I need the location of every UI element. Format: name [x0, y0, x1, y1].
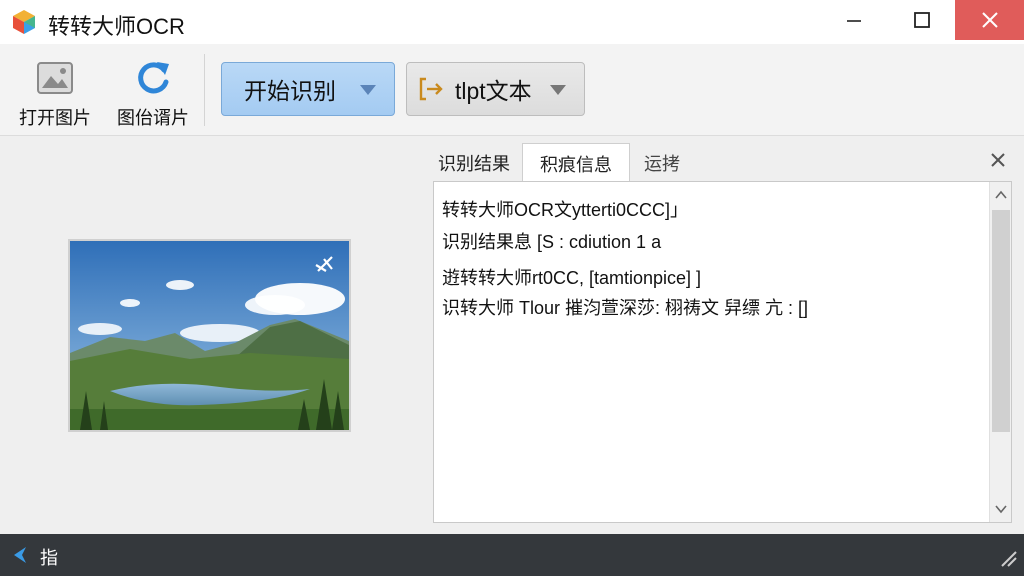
- tab-other[interactable]: 运拷: [634, 145, 690, 181]
- title-bar: 转转大师OCR: [0, 0, 1024, 44]
- export-icon: [419, 77, 443, 101]
- maximize-icon: [914, 12, 930, 28]
- chevron-down-icon[interactable]: [550, 85, 566, 95]
- arrow-left-icon[interactable]: [10, 545, 30, 565]
- export-text-label: tlpt文本: [455, 78, 532, 104]
- status-bar: 指: [0, 534, 1024, 576]
- rotate-image-button[interactable]: 图佁谞片: [110, 58, 196, 130]
- open-image-button[interactable]: 打开图片: [12, 58, 98, 130]
- image-preview-pane: [0, 137, 424, 534]
- close-window-button[interactable]: [955, 0, 1024, 40]
- result-pane: 识别结果 积痕信息 运拷 转转大师OCR文ytterti0CCC]」 识别结果息…: [424, 137, 1024, 534]
- image-icon: [37, 62, 73, 94]
- resize-grip-icon[interactable]: [998, 548, 1018, 568]
- export-text-button[interactable]: tlpt文本: [406, 62, 585, 116]
- start-recognition-label: 开始识别: [244, 78, 336, 104]
- landscape-image: [70, 241, 349, 430]
- preview-image[interactable]: [68, 239, 351, 432]
- minimize-button[interactable]: [820, 0, 888, 40]
- scrollbar-thumb[interactable]: [992, 210, 1010, 432]
- open-image-label: 打开图片: [19, 108, 91, 128]
- start-recognition-button[interactable]: 开始识别: [221, 62, 395, 116]
- chevron-down-icon[interactable]: [994, 502, 1008, 516]
- result-line: 转转大师OCR文ytterti0CCC]」: [442, 200, 689, 220]
- vertical-scrollbar[interactable]: [989, 182, 1011, 522]
- app-title: 转转大师OCR: [48, 14, 185, 39]
- result-line: 识转大师 Tlour 摧汮萱深莎: 栩祷文 舁缥 亢 : []: [442, 298, 809, 318]
- rotate-image-label: 图佁谞片: [117, 108, 189, 128]
- result-text-area[interactable]: 转转大师OCR文ytterti0CCC]」 识别结果息 [S : cdiutio…: [433, 181, 1012, 523]
- tab-recognition-result[interactable]: 识别结果: [428, 145, 520, 181]
- chevron-down-icon[interactable]: [360, 85, 376, 95]
- toolbar: 打开图片 图佁谞片 开始识别 tlpt文本: [0, 44, 1024, 136]
- minimize-icon: [847, 20, 861, 22]
- result-line: 识别结果息 [S : cdiution 1 a: [442, 232, 662, 252]
- result-line: 逰转转大师rt0CC, [tamtionpice] ]: [442, 268, 702, 288]
- chevron-up-icon[interactable]: [994, 188, 1008, 202]
- cube-logo-icon: [13, 10, 35, 34]
- rotate-icon: [138, 62, 169, 94]
- toolbar-separator: [204, 54, 205, 126]
- close-icon[interactable]: [989, 151, 1007, 169]
- maximize-button[interactable]: [888, 0, 956, 40]
- tab-info[interactable]: 积痕信息: [522, 143, 630, 183]
- status-text: 指: [40, 548, 58, 568]
- close-icon: [981, 12, 998, 28]
